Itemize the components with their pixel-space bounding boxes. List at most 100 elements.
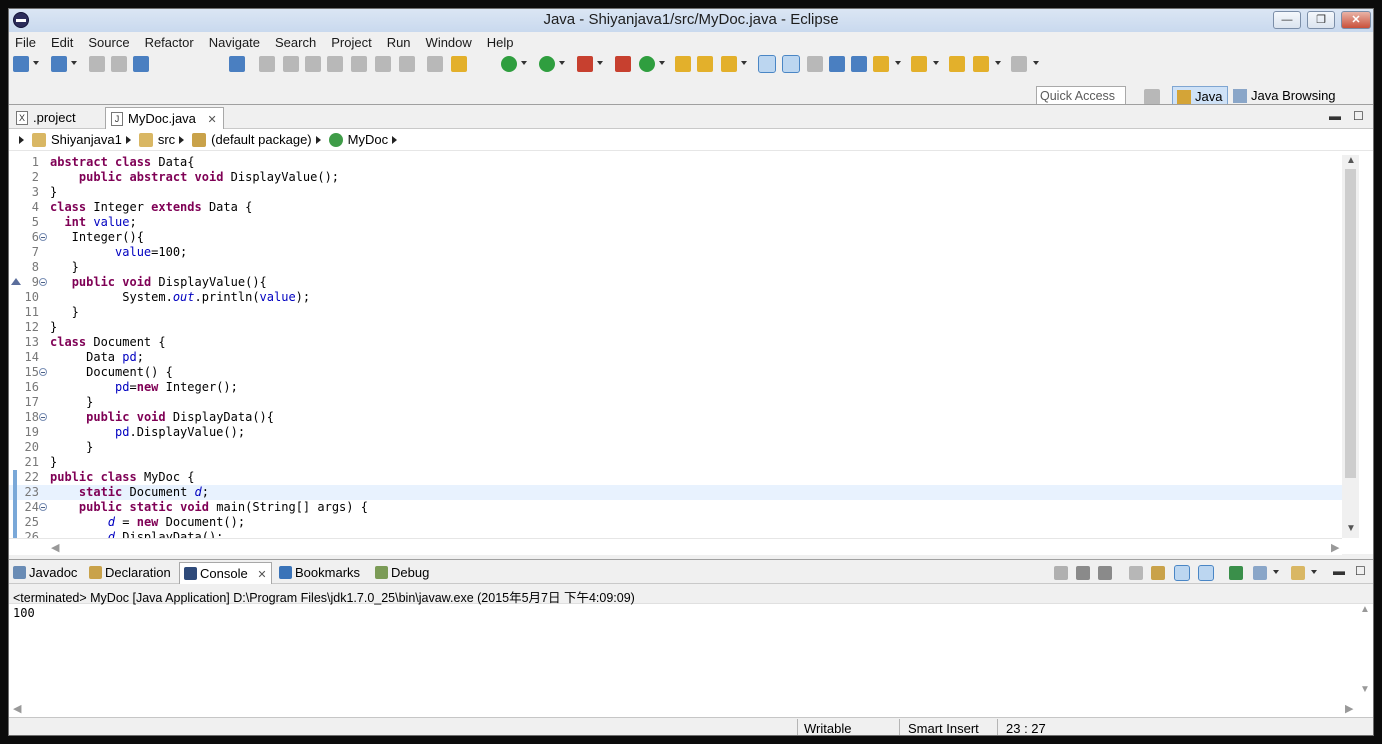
save-icon[interactable] [89,56,105,72]
menu-navigate[interactable]: Navigate [209,35,260,50]
terminate-icon[interactable] [305,56,321,72]
skip-breakpoints-icon[interactable] [229,56,245,72]
next-annotation-icon[interactable] [873,56,889,72]
use-step-filters-icon[interactable] [451,56,467,72]
breadcrumb-arrow-icon[interactable] [19,135,24,144]
fold-collapse-icon[interactable] [39,503,47,511]
code-line[interactable]: 24 public static void main(String[] args… [9,500,1342,515]
debug-icon[interactable] [501,56,517,72]
forward-icon[interactable] [1011,56,1027,72]
code-line[interactable]: 23 static Document d; [9,485,1342,500]
quick-access-input[interactable]: Quick Access [1036,86,1126,106]
code-text[interactable]: pd.DisplayValue(); [50,425,245,440]
code-text[interactable]: d.DisplayData(); [50,530,224,538]
code-line[interactable]: 6 Integer(){ [9,230,1342,245]
forward-dropdown-icon[interactable] [1033,61,1039,65]
code-text[interactable]: public class MyDoc { [50,470,195,485]
pin-console-icon[interactable] [1229,566,1243,580]
scroll-right-icon[interactable]: ▶ [1345,702,1353,715]
block-selection-icon[interactable] [829,56,845,72]
clear-console-icon[interactable] [1129,566,1143,580]
scroll-left-icon[interactable]: ◀ [13,702,21,715]
code-text[interactable]: Document() { [50,365,173,380]
menu-source[interactable]: Source [88,35,129,50]
code-line[interactable]: 5 int value; [9,215,1342,230]
show-whitespace-icon[interactable] [851,56,867,72]
code-text[interactable]: } [50,440,93,455]
scroll-left-icon[interactable]: ◀ [51,541,59,554]
console-vertical-scrollbar[interactable]: ▲ ▼ [1356,604,1373,700]
tab-project-file[interactable]: X .project [11,107,82,129]
breadcrumb-src[interactable]: src [158,132,175,147]
new-java-class-icon[interactable] [639,56,655,72]
open-task-icon[interactable] [697,56,713,72]
code-line[interactable]: 15 Document() { [9,365,1342,380]
disconnect-icon[interactable] [327,56,343,72]
step-over-icon[interactable] [375,56,391,72]
tab-javadoc[interactable]: Javadoc [9,562,81,584]
scroll-down-icon[interactable]: ▼ [1346,523,1356,534]
resume-icon[interactable] [259,56,275,72]
code-text[interactable]: } [50,395,93,410]
code-text[interactable]: } [50,455,57,470]
code-line[interactable]: 4 class Integer extends Data { [9,200,1342,215]
breadcrumb-arrow-icon[interactable] [125,135,131,144]
breadcrumb-class[interactable]: MyDoc [348,132,388,147]
scroll-up-icon[interactable]: ▲ [1360,604,1370,615]
code-line[interactable]: 1 abstract class Data{ [9,155,1342,170]
menu-run[interactable]: Run [387,35,411,50]
code-editor[interactable]: 1 abstract class Data{2 public abstract v… [9,155,1342,538]
search-icon[interactable] [721,56,737,72]
open-type-icon[interactable] [675,56,691,72]
editor-horizontal-scrollbar[interactable]: ◀ ▶ [9,538,1342,555]
search-dropdown-icon[interactable] [741,61,747,65]
new-icon[interactable] [13,56,29,72]
open-console-icon[interactable] [1291,566,1305,580]
code-text[interactable]: } [50,320,57,335]
editor-vertical-scrollbar[interactable]: ▲ ▼ [1342,155,1359,538]
code-text[interactable]: class Integer extends Data { [50,200,252,215]
code-text[interactable]: Integer(){ [50,230,144,245]
close-tab-icon[interactable]: ✕ [257,569,266,581]
new-wizard-icon[interactable] [51,56,67,72]
fold-collapse-icon[interactable] [39,278,47,286]
code-line[interactable]: 8 } [9,260,1342,275]
new-dropdown-icon[interactable] [33,61,39,65]
code-line[interactable]: 7 value=100; [9,245,1342,260]
back-icon[interactable] [973,56,989,72]
remove-launch-icon[interactable] [1076,566,1090,580]
tab-mydoc-java[interactable]: J MyDoc.java ✕ [105,107,224,129]
code-line[interactable]: 20 } [9,440,1342,455]
display-console-dropdown-icon[interactable] [1273,570,1279,574]
run-dropdown-icon[interactable] [559,61,565,65]
code-line[interactable]: 26 d.DisplayData(); [9,530,1342,538]
code-line[interactable]: 22 public class MyDoc { [9,470,1342,485]
code-text[interactable]: d = new Document(); [50,515,245,530]
tab-console[interactable]: Console ✕ [179,562,272,584]
open-console-dropdown-icon[interactable] [1311,570,1317,574]
code-line[interactable]: 3} [9,185,1342,200]
maximize-button[interactable]: ❐ [1307,11,1335,29]
remove-all-launches-icon[interactable] [1098,566,1112,580]
previous-annotation-icon[interactable] [911,56,927,72]
next-annotation-dropdown-icon[interactable] [895,61,901,65]
debug-dropdown-icon[interactable] [521,61,527,65]
toggle-highlight-icon[interactable] [782,55,800,73]
code-text[interactable]: public void DisplayData(){ [50,410,274,425]
maximize-editor-icon[interactable]: ☐ [1353,109,1364,123]
maximize-panel-icon[interactable]: ☐ [1355,564,1366,578]
console-output[interactable]: 100 [13,606,35,620]
menu-window[interactable]: Window [426,35,472,50]
tab-declaration[interactable]: Declaration [85,562,175,584]
menu-project[interactable]: Project [331,35,371,50]
run-icon[interactable] [539,56,555,72]
code-line[interactable]: 10 System.out.println(value); [9,290,1342,305]
code-text[interactable]: public abstract void DisplayValue(); [50,170,339,185]
close-tab-icon[interactable]: ✕ [208,114,217,126]
toggle-mark-occurrences-icon[interactable] [758,55,776,73]
code-line[interactable]: 17 } [9,395,1342,410]
code-text[interactable]: } [50,260,79,275]
menu-refactor[interactable]: Refactor [145,35,194,50]
code-text[interactable]: } [50,185,57,200]
terminate-console-icon[interactable] [1054,566,1068,580]
